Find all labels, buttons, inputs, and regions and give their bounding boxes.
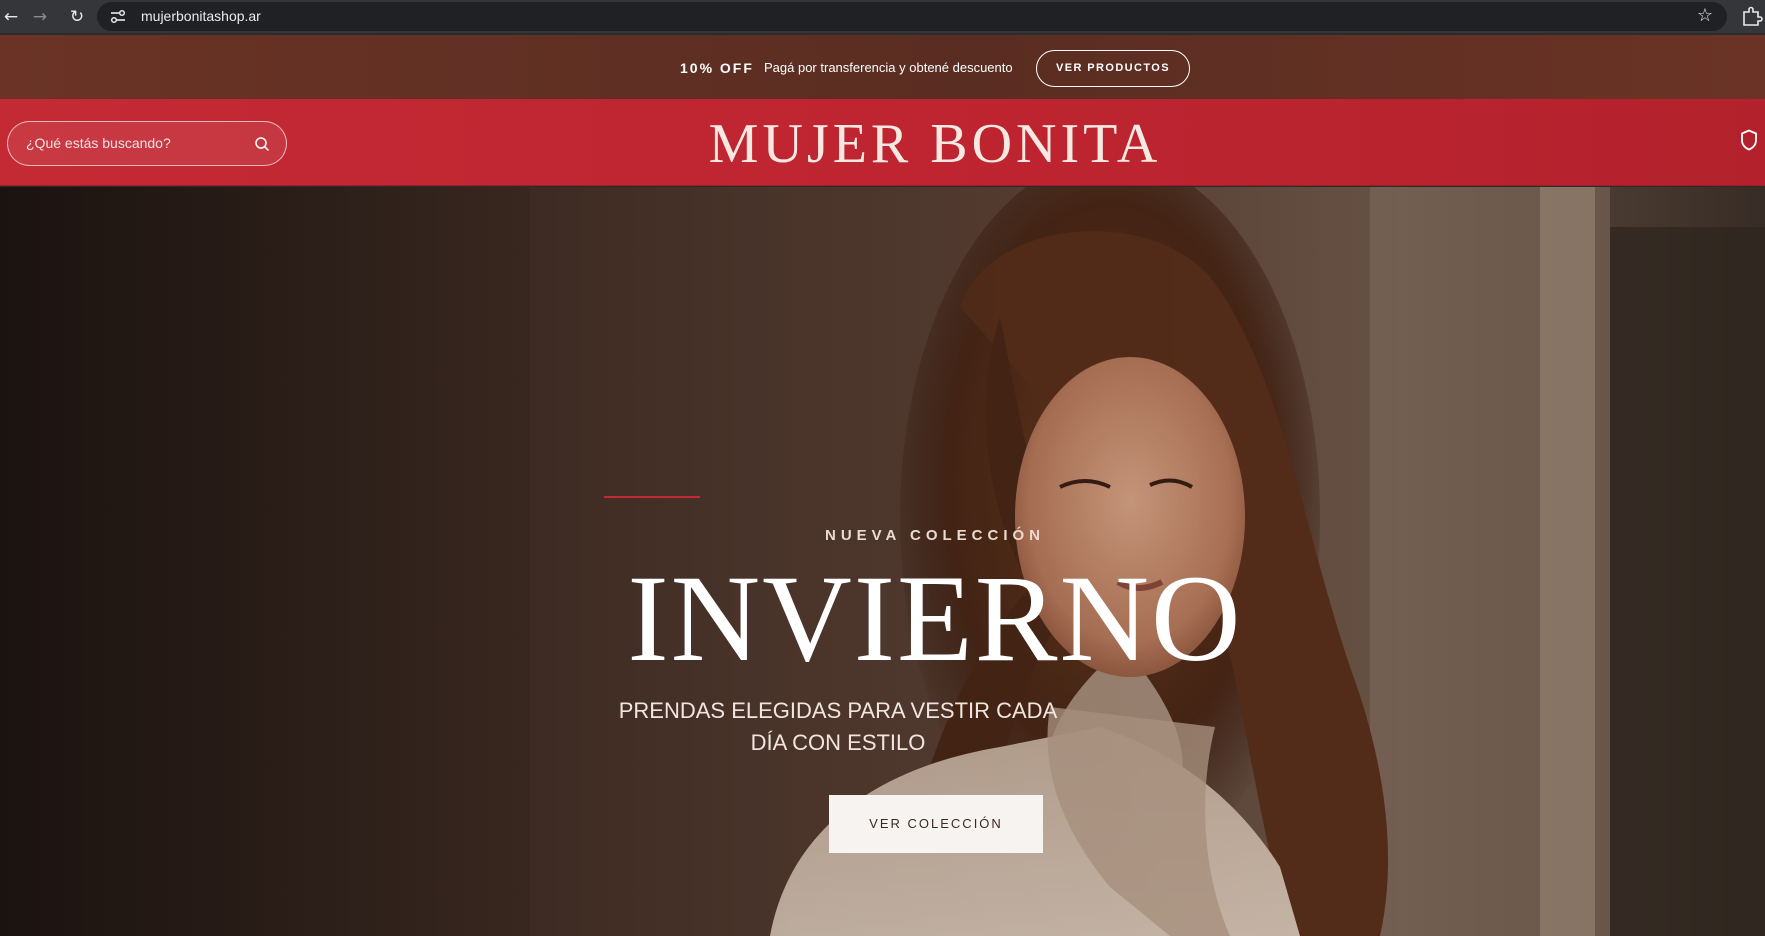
view-products-button[interactable]: VER PRODUCTOS [1036,50,1190,87]
url-text[interactable]: mujerbonitashop.ar [141,8,261,25]
bookmark-star-icon[interactable]: ☆ [1697,5,1713,27]
browser-toolbar: ← → ↻ mujerbonitashop.ar ☆ [0,0,1765,33]
promo-discount: 10% OFF [680,60,754,76]
hero-eyebrow: NUEVA COLECCIÓN [824,527,1045,544]
hero-headline: INVIERNO [627,550,1243,687]
site-logo[interactable]: MUJER BONITA [0,114,1765,174]
promo-message: Pagá por transferencia y obtené descuent… [764,60,1013,75]
user-icon[interactable] [1740,129,1758,151]
address-bar[interactable]: mujerbonitashop.ar ☆ [97,2,1727,31]
view-collection-button[interactable]: VER COLECCIÓN [829,795,1043,853]
hero-banner: NUEVA COLECCIÓN INVIERNO PRENDAS ELEGIDA… [0,187,1765,936]
hero-subtitle: PRENDAS ELEGIDAS PARA VESTIR CADA DÍA CO… [618,698,1058,755]
reload-icon[interactable]: ↻ [66,6,88,28]
promo-bar: 10% OFF Pagá por transferencia y obtené … [0,35,1765,99]
site-settings-icon[interactable] [110,9,126,24]
accent-line [604,496,700,498]
extensions-icon[interactable] [1741,6,1763,26]
forward-icon[interactable]: → [29,6,51,28]
back-icon[interactable]: ← [0,6,22,28]
site-header: MUJER BONITA [0,99,1765,186]
